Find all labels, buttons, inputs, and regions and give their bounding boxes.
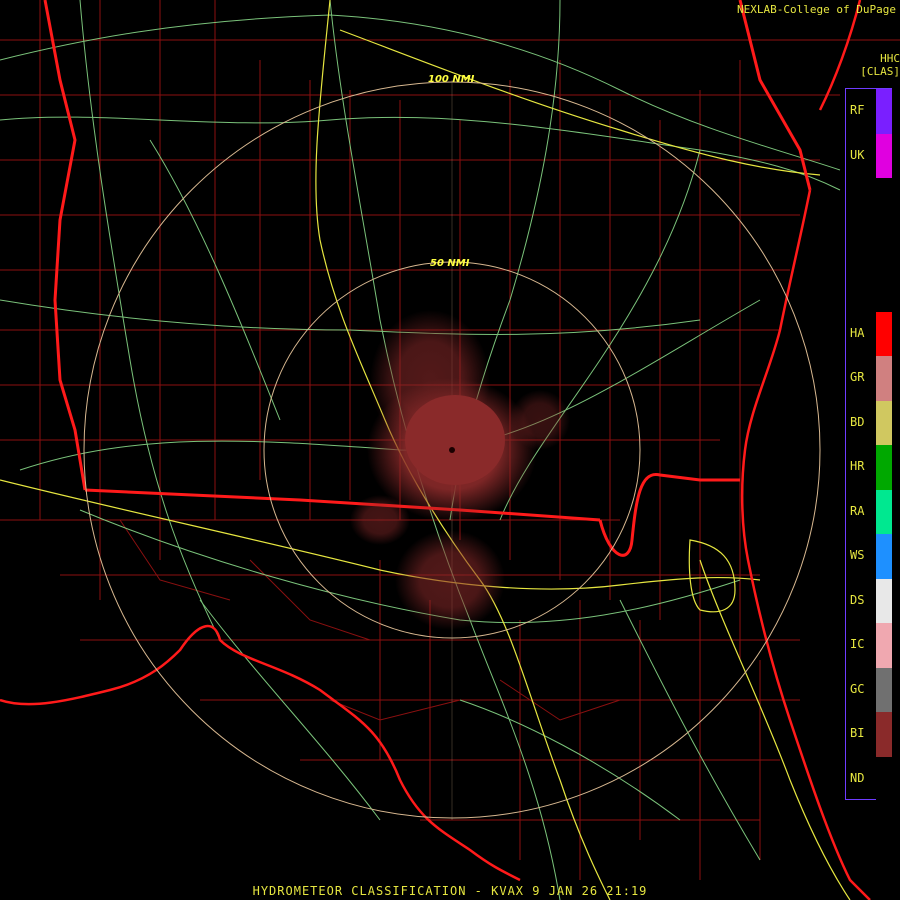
credit-label: NEXLAB-College of DuPage (737, 3, 896, 16)
classification-legend: RF UK HA GR BD HR RA WS DS IC GC BI ND (845, 88, 892, 801)
legend-label: DS (850, 592, 865, 607)
legend-swatch (876, 178, 892, 223)
legend-label: HA (850, 325, 865, 340)
legend-label: GR (850, 370, 865, 385)
legend-header: HHC [CLAS] (845, 52, 900, 78)
ring-label-50: 50 NMI (430, 258, 470, 269)
legend-swatch (876, 89, 892, 134)
legend-swatch (876, 623, 892, 668)
legend-swatch (876, 489, 892, 534)
legend-swatch (876, 578, 892, 623)
legend-label: ND (850, 770, 865, 785)
legend-header-units: [CLAS] (860, 65, 900, 78)
legend-swatch (876, 356, 892, 401)
legend-label: BD (850, 414, 865, 429)
legend-header-product: HHC (880, 52, 900, 65)
legend-swatch (876, 667, 892, 712)
legend-label: HR (850, 459, 865, 474)
legend-swatch (876, 267, 892, 312)
legend-label: IC (850, 637, 865, 652)
legend-label: GC (850, 681, 865, 696)
legend-swatch (876, 222, 892, 267)
product-title: HYDROMETEOR CLASSIFICATION - KVAX 9 JAN … (252, 884, 648, 898)
legend-swatch (876, 534, 892, 579)
legend-label: BI (850, 726, 865, 741)
legend-swatch (876, 400, 892, 445)
legend-label: UK (850, 147, 865, 162)
legend-swatch (876, 712, 892, 757)
legend-label: WS (850, 548, 865, 563)
legend-swatch (876, 756, 892, 801)
legend-swatch (876, 133, 892, 178)
legend-label: RF (850, 103, 865, 118)
ring-label-100: 100 NMI (428, 74, 475, 85)
radar-map: 50 NMI 100 NMI (0, 0, 900, 900)
legend-swatch (876, 311, 892, 356)
legend-swatch (876, 445, 892, 490)
legend-label: RA (850, 503, 865, 518)
